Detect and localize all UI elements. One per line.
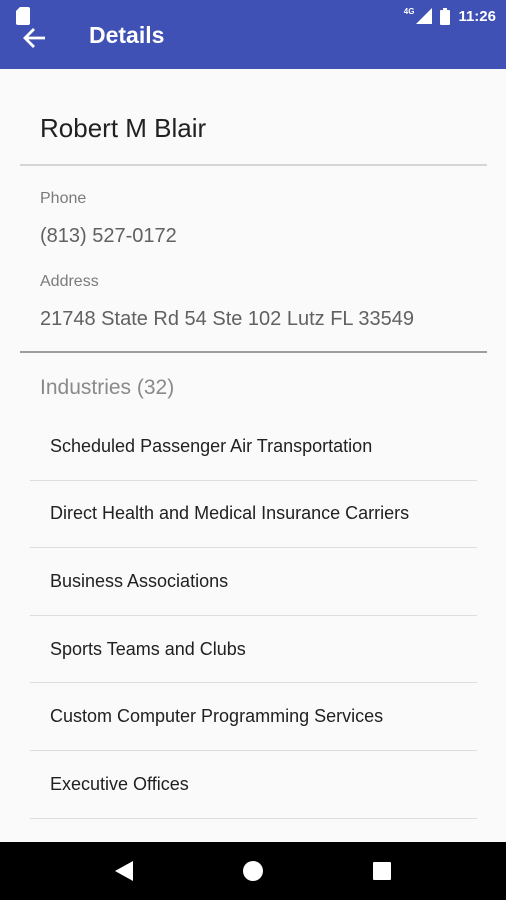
industry-label: Direct Health and Medical Insurance Carr… — [50, 503, 410, 524]
battery-icon — [440, 7, 451, 25]
industry-label: Scheduled Passenger Air Transportation — [50, 435, 373, 456]
recents-square-icon — [372, 862, 391, 880]
screen: 4G 11:26 Details Robert M Blair Phone (8… — [0, 0, 506, 900]
app-bar: 4G 11:26 Details — [0, 0, 506, 69]
industry-item[interactable]: Business Associations — [30, 548, 477, 616]
back-triangle-icon — [115, 861, 134, 881]
status-bar: 4G 11:26 — [404, 6, 496, 26]
industry-list: Scheduled Passenger Air Transportation D… — [30, 413, 477, 819]
divider — [20, 164, 487, 166]
navigation-bar — [0, 842, 506, 900]
back-button[interactable] — [16, 20, 52, 56]
network-type: 4G — [403, 6, 415, 16]
divider — [20, 351, 487, 353]
status-time: 11:26 — [458, 7, 496, 25]
page-title: Details — [89, 22, 165, 48]
industry-item[interactable]: Scheduled Passenger Air Transportation — [30, 413, 477, 481]
industry-label: Custom Computer Programming Services — [50, 706, 384, 727]
industry-label: Sports Teams and Clubs — [50, 638, 246, 659]
contact-name: Robert M Blair — [40, 113, 207, 143]
nav-recents-button[interactable] — [360, 849, 404, 893]
arrow-left-icon — [23, 28, 45, 48]
phone-value[interactable]: (813) 527-0172 — [40, 225, 177, 248]
cell-signal-icon — [416, 8, 433, 24]
industry-item[interactable]: Sports Teams and Clubs — [30, 616, 477, 684]
industry-label: Executive Offices — [50, 773, 189, 794]
industry-item[interactable]: Direct Health and Medical Insurance Carr… — [30, 481, 477, 549]
industries-header: Industries (32) — [40, 376, 175, 399]
address-label: Address — [40, 273, 99, 290]
nav-back-button[interactable] — [102, 849, 146, 893]
industry-item[interactable]: Executive Offices — [30, 751, 477, 819]
phone-label: Phone — [40, 190, 87, 207]
industry-item[interactable]: Custom Computer Programming Services — [30, 683, 477, 751]
home-circle-icon — [242, 861, 263, 881]
address-value[interactable]: 21748 State Rd 54 Ste 102 Lutz FL 33549 — [40, 308, 414, 331]
industry-label: Business Associations — [50, 570, 229, 591]
nav-home-button[interactable] — [231, 849, 275, 893]
